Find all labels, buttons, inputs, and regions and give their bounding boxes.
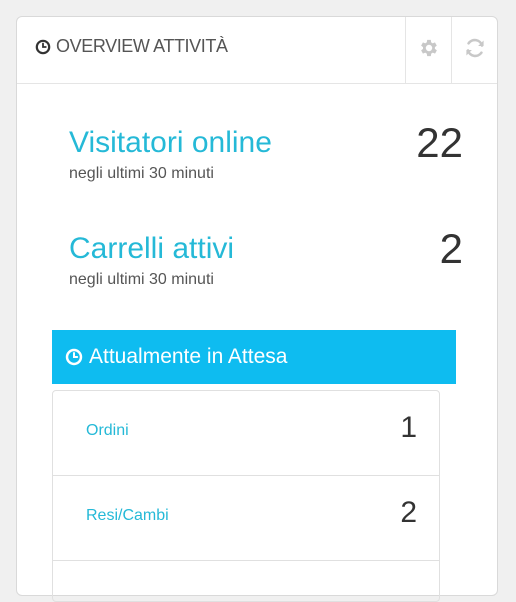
returns-count: 2 [400, 496, 417, 529]
clock-icon [65, 348, 83, 366]
pending-section-header: Attualmente in Attesa [52, 330, 456, 384]
refresh-icon [463, 36, 487, 65]
visitors-online-sub: negli ultimi 30 minuti [69, 165, 214, 182]
active-carts-sub: negli ultimi 30 minuti [69, 271, 214, 288]
gear-icon [418, 37, 440, 64]
visitors-online-link[interactable]: Visitatori online [69, 125, 463, 161]
pending-section-title: Attualmente in Attesa [89, 345, 288, 368]
pending-row-returns[interactable]: Resi/Cambi 2 [53, 476, 439, 561]
pending-row[interactable] [53, 561, 439, 601]
panel-header: OVERVIEW ATTIVITÀ [17, 17, 497, 84]
orders-link[interactable]: Ordini [86, 422, 129, 440]
returns-link[interactable]: Resi/Cambi [86, 507, 169, 525]
active-carts-link[interactable]: Carrelli attivi [69, 231, 463, 267]
orders-count: 1 [400, 411, 417, 444]
pending-list: Ordini 1 Resi/Cambi 2 [52, 390, 440, 602]
metric-visitors-online: Visitatori online negli ultimi 30 minuti… [69, 119, 463, 183]
settings-button[interactable] [405, 17, 451, 83]
panel-title: OVERVIEW ATTIVITÀ [35, 36, 228, 57]
header-tools [405, 17, 497, 83]
clock-icon [35, 39, 51, 55]
active-carts-value: 2 [439, 225, 463, 272]
metric-active-carts: Carrelli attivi negli ultimi 30 minuti 2 [69, 225, 463, 289]
pending-row-orders[interactable]: Ordini 1 [53, 391, 439, 476]
refresh-button[interactable] [451, 17, 497, 83]
visitors-online-value: 22 [416, 119, 463, 166]
panel-title-text: OVERVIEW ATTIVITÀ [56, 36, 228, 56]
